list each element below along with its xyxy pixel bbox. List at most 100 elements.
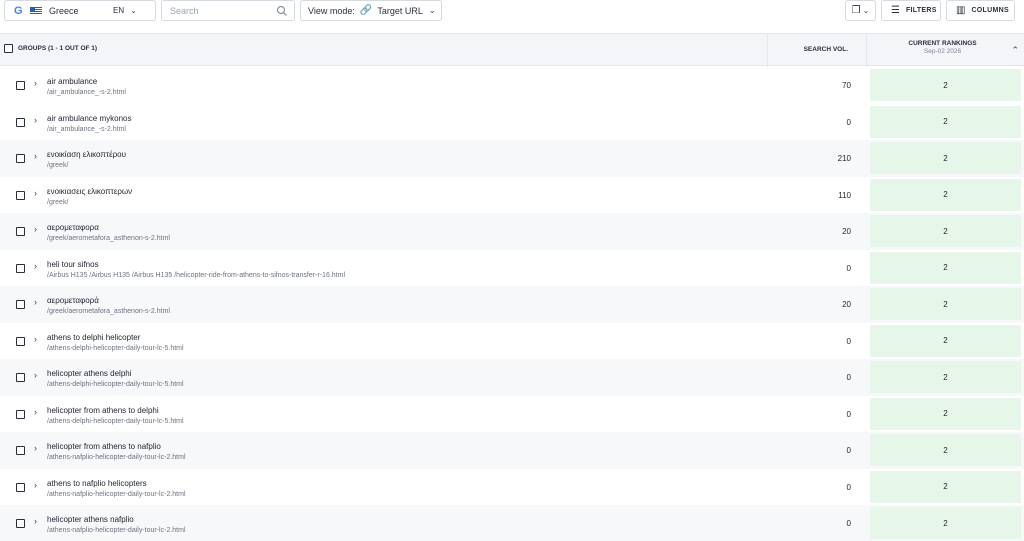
chevron-right-icon[interactable]: › (34, 334, 37, 344)
keyword: ενοικιασεις ελικοπτερων (47, 186, 133, 196)
chevron-right-icon[interactable]: › (34, 480, 37, 490)
keyword: helicopter from athens to delphi (47, 405, 159, 415)
ranking-cell: 2 (870, 397, 1021, 430)
table-row[interactable]: › αερομεταφορα /greek/aerometafora_asthe… (0, 213, 1024, 250)
location-selector[interactable]: G Greece EN ⌄ (4, 0, 156, 21)
row-checkbox[interactable] (16, 409, 25, 419)
chevron-right-icon[interactable]: › (34, 516, 37, 526)
ranking-cell: 2 (870, 288, 1021, 320)
row-checkbox[interactable] (16, 336, 25, 346)
search-volume: 0 (846, 446, 851, 455)
target-url[interactable]: /Airbus H135 /Airbus H135 /Airbus H135 /… (47, 272, 345, 279)
row-checkbox[interactable] (16, 519, 25, 528)
table-row[interactable]: › air ambulance /air_ambulance_-s-2.html… (0, 67, 1024, 104)
select-all-checkbox[interactable] (4, 44, 13, 53)
table-row[interactable]: › helicopter from athens to delphi /athe… (0, 396, 1024, 433)
table-row[interactable]: › athens to delphi helicopter /athens-de… (0, 323, 1024, 360)
google-icon: G (14, 4, 23, 17)
view-mode-value: Target URL (377, 5, 423, 16)
keyword: αερομεταφορα (47, 223, 99, 232)
table-row[interactable]: › helicopter athens delphi /athens-delph… (0, 359, 1024, 396)
current-rankings-label: CURRENT RANKINGS (908, 40, 977, 47)
target-url[interactable]: /athens-delphi-helicopter-daily-tour-lc-… (47, 418, 184, 425)
keyword-table: › air ambulance /air_ambulance_-s-2.html… (0, 67, 1024, 541)
language-label: EN (113, 6, 125, 15)
search-volume: 0 (846, 263, 851, 273)
target-url[interactable]: /athens-nafplio-helicopter-daily-tour-lc… (47, 527, 186, 534)
table-row[interactable]: › ενοικίαση ελικοπτέρου /greek/ 210 2 (0, 140, 1024, 177)
target-url[interactable]: /greek/ (47, 162, 68, 169)
table-row[interactable]: › heli tour sifnos /Airbus H135 /Airbus … (0, 250, 1024, 287)
chevron-right-icon[interactable]: › (34, 407, 37, 417)
row-checkbox[interactable] (16, 154, 25, 163)
view-mode-dropdown[interactable]: View mode: 🔗 Target URL ⌄ (300, 0, 442, 21)
target-url[interactable]: /air_ambulance_-s-2.html (47, 89, 126, 96)
row-checkbox[interactable] (16, 373, 25, 382)
row-checkbox[interactable] (16, 117, 25, 127)
table-row[interactable]: › ενοικιασεις ελικοπτερων /greek/ 110 2 (0, 177, 1024, 214)
search-input[interactable] (170, 5, 270, 16)
copy-menu-button[interactable]: ❐ ⌄ (845, 0, 876, 21)
chevron-right-icon[interactable]: › (34, 261, 37, 271)
search-volume: 0 (846, 409, 851, 419)
table-row[interactable]: › helicopter athens nafplio /athens-nafp… (0, 505, 1024, 541)
keyword: heli tour sifnos (47, 259, 99, 269)
groups-header-label: GROUPS (1 - 1 OUT OF 1) (18, 45, 98, 52)
row-checkbox[interactable] (16, 81, 25, 90)
search-volume: 0 (846, 373, 851, 382)
chevron-right-icon[interactable]: › (34, 224, 37, 234)
columns-button[interactable]: ▥ COLUMNS (946, 0, 1015, 21)
table-row[interactable]: › αερομεταφορά /greek/aerometafora_asthe… (0, 286, 1024, 323)
table-row[interactable]: › athens to nafplio helicopters /athens-… (0, 469, 1024, 506)
keyword: air ambulance mykonos (47, 113, 132, 123)
target-url[interactable]: /air_ambulance_-s-2.html (47, 126, 126, 133)
target-url[interactable]: /greek/aerometafora_asthenon-s-2.html (47, 235, 170, 242)
chevron-right-icon[interactable]: › (34, 297, 37, 307)
row-checkbox[interactable] (16, 263, 25, 273)
row-checkbox[interactable] (16, 482, 25, 492)
chevron-up-icon[interactable]: ⌃ (1011, 45, 1019, 56)
search-box[interactable] (161, 0, 295, 21)
row-checkbox[interactable] (16, 190, 25, 200)
row-checkbox[interactable] (16, 300, 25, 309)
search-volume: 0 (846, 519, 851, 528)
target-url[interactable]: /athens-delphi-helicopter-daily-tour-lc-… (47, 345, 184, 352)
row-checkbox[interactable] (16, 446, 25, 455)
target-url[interactable]: /athens-nafplio-helicopter-daily-tour-lc… (47, 491, 186, 498)
link-icon: 🔗 (359, 5, 373, 16)
search-vol-header[interactable]: SEARCH VOL. (768, 46, 848, 53)
chevron-right-icon[interactable]: › (34, 370, 37, 380)
ranking-cell: 2 (870, 324, 1021, 357)
column-divider (866, 34, 867, 67)
chevron-down-icon: ⌄ (130, 6, 137, 15)
target-url[interactable]: /athens-delphi-helicopter-daily-tour-lc-… (47, 381, 184, 388)
table-row[interactable]: › helicopter from athens to nafplio /ath… (0, 432, 1024, 469)
search-volume: 0 (846, 482, 851, 492)
ranking-cell: 2 (870, 434, 1021, 466)
target-url[interactable]: /greek/aerometafora_asthenon-s-2.html (47, 308, 170, 315)
chevron-right-icon[interactable]: › (34, 443, 37, 453)
keyword: helicopter athens delphi (47, 369, 132, 378)
greece-flag-icon (30, 6, 42, 15)
chevron-right-icon[interactable]: › (34, 115, 37, 125)
rankings-date: Sep-02 2026 (923, 48, 962, 55)
search-icon[interactable] (276, 5, 288, 17)
chevron-right-icon[interactable]: › (34, 78, 37, 88)
target-url[interactable]: /athens-nafplio-helicopter-daily-tour-lc… (47, 454, 186, 461)
search-volume: 0 (846, 117, 851, 127)
keyword: air ambulance (47, 77, 98, 86)
target-url[interactable]: /greek/ (47, 199, 68, 206)
filters-button[interactable]: ☰ FILTERS (881, 0, 941, 21)
table-row[interactable]: › air ambulance mykonos /air_ambulance_-… (0, 104, 1024, 141)
ranking-cell: 2 (870, 69, 1021, 101)
ranking-cell: 2 (870, 361, 1021, 393)
ranking-cell: 2 (870, 178, 1021, 211)
keyword: helicopter from athens to nafplio (47, 442, 161, 451)
chevron-right-icon[interactable]: › (34, 188, 37, 198)
row-checkbox[interactable] (16, 227, 25, 236)
copy-icon: ❐ (851, 5, 861, 16)
chevron-right-icon[interactable]: › (34, 151, 37, 161)
ranking-cell: 2 (870, 142, 1021, 174)
ranking-cell: 2 (870, 507, 1021, 539)
current-rankings-header[interactable]: CURRENT RANKINGS Sep-02 2026 (870, 40, 1015, 55)
